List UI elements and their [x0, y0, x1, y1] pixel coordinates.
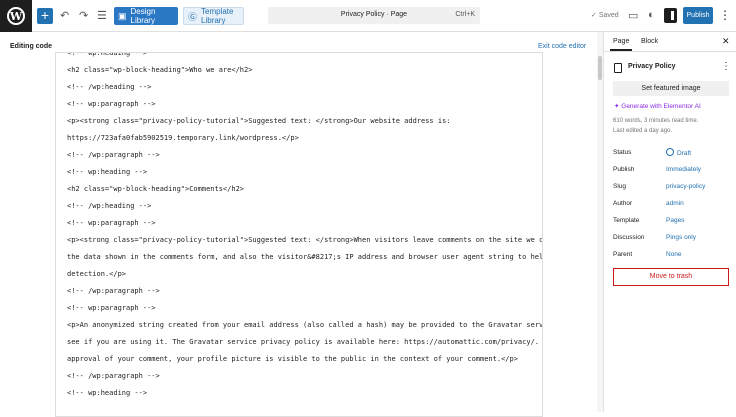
code-line: <h2 class="wp-block-heading">Who we are<… [67, 66, 253, 74]
exit-code-editor-link[interactable]: Exit code editor [538, 43, 586, 50]
redo-icon[interactable]: ↷ [79, 9, 88, 22]
code-line: <!-- wp:heading --> [67, 389, 148, 397]
prop-label-status: Status [613, 149, 632, 156]
code-line: <p><strong class="privacy-policy-tutoria… [67, 236, 543, 244]
page-icon [614, 63, 622, 73]
generate-ai-link[interactable]: ✦ Generate with Elementor AI [614, 102, 701, 110]
code-line: <!-- wp:paragraph --> [67, 219, 156, 227]
prop-label-slug: Slug [613, 183, 627, 190]
sidebar-tabs: Page Block ✕ [604, 32, 736, 52]
set-featured-image-button[interactable]: Set featured image [613, 81, 729, 96]
wordpress-logo-icon[interactable]: W [0, 0, 32, 32]
template-library-button[interactable]: Ⓖ Template Library [183, 7, 244, 25]
code-line: <!-- /wp:heading --> [67, 83, 152, 91]
close-icon[interactable]: ✕ [722, 36, 730, 47]
settings-sidebar: Page Block ✕ Privacy Policy ⋮ Set featur… [603, 32, 736, 412]
prop-label-parent: Parent [613, 251, 633, 258]
design-library-button[interactable]: ▣ Design Library [114, 7, 178, 25]
code-line: <p>An anonymized string created from you… [67, 321, 543, 329]
code-line: detection.</p> [67, 270, 127, 278]
code-textarea[interactable]: <!-- wp:heading --> <h2 class="wp-block-h… [55, 52, 543, 417]
code-line: https://723afa0fab5902519.temporary.link… [67, 134, 299, 142]
settings-sidebar-toggle[interactable] [664, 8, 677, 23]
code-line: see if you are using it. The Gravatar se… [67, 338, 543, 346]
code-line: <!-- wp:heading --> [67, 52, 148, 57]
last-edited: Last edited a day ago. [613, 128, 673, 134]
prop-label-publish: Publish [613, 166, 635, 173]
design-library-label: Design Library [130, 7, 156, 25]
template-library-label: Template Library [201, 7, 234, 25]
prop-value-slug[interactable]: privacy-policy [666, 183, 705, 190]
add-block-button[interactable]: + [37, 8, 53, 24]
scrollbar-thumb[interactable] [598, 56, 602, 80]
code-line: <!-- /wp:heading --> [67, 202, 152, 210]
publish-button[interactable]: Publish [683, 7, 713, 24]
prop-label-discussion: Discussion [613, 234, 645, 241]
command-palette-bar[interactable]: Privacy Policy · Page Ctrl+K [268, 7, 480, 24]
prop-value-parent[interactable]: None [666, 251, 682, 258]
word-count: 610 words, 3 minutes read time. [613, 118, 699, 124]
prop-value-status[interactable]: Draft [666, 148, 691, 157]
code-line: <h2 class="wp-block-heading">Comments</h… [67, 185, 245, 193]
preview-device-icon[interactable]: ▭ [628, 9, 638, 22]
sidebar-doc-title: Privacy Policy [628, 63, 676, 70]
tab-page[interactable]: Page [609, 38, 633, 51]
document-overview-icon[interactable]: ☰ [97, 9, 107, 22]
prop-value-discussion[interactable]: Pings only [666, 234, 696, 241]
editing-code-label: Editing code [10, 43, 52, 50]
code-line: <p><strong class="privacy-policy-tutoria… [67, 117, 451, 125]
prop-value-author[interactable]: admin [666, 200, 684, 207]
tab-block[interactable]: Block [641, 38, 658, 45]
template-logo-icon: Ⓖ [188, 11, 198, 22]
code-line: approval of your comment, your profile p… [67, 355, 518, 363]
document-title: Privacy Policy · Page [340, 11, 408, 18]
styles-contrast-icon[interactable]: ◐ [648, 9, 655, 21]
prop-value-publish[interactable]: Immediately [666, 166, 701, 173]
library-icon: ▣ [118, 10, 127, 21]
top-toolbar: W + ↶ ↷ ☰ ▣ Design Library Ⓖ Template Li… [0, 0, 736, 32]
code-editor-area: Editing code Exit code editor <!-- wp:he… [0, 32, 602, 417]
doc-actions-more-icon[interactable]: ⋮ [721, 61, 731, 72]
move-to-trash-button[interactable]: Move to trash [613, 268, 729, 286]
code-line: <!-- wp:heading --> [67, 168, 148, 176]
options-more-icon[interactable]: ⋮ [719, 8, 731, 22]
prop-value-template[interactable]: Pages [666, 217, 684, 224]
code-line: <!-- /wp:paragraph --> [67, 287, 160, 295]
code-line: the data shown in the comments form, and… [67, 253, 543, 261]
prop-label-template: Template [613, 217, 640, 224]
saved-status: ✓ Saved [591, 12, 619, 19]
code-line: <!-- wp:paragraph --> [67, 100, 156, 108]
prop-label-author: Author [613, 200, 633, 207]
undo-icon[interactable]: ↶ [60, 9, 69, 22]
code-line: <!-- /wp:paragraph --> [67, 151, 160, 159]
shortcut-hint: Ctrl+K [455, 11, 475, 18]
status-circle-icon [666, 148, 674, 156]
code-line: <!-- /wp:paragraph --> [67, 372, 160, 380]
code-line: <!-- wp:paragraph --> [67, 304, 156, 312]
